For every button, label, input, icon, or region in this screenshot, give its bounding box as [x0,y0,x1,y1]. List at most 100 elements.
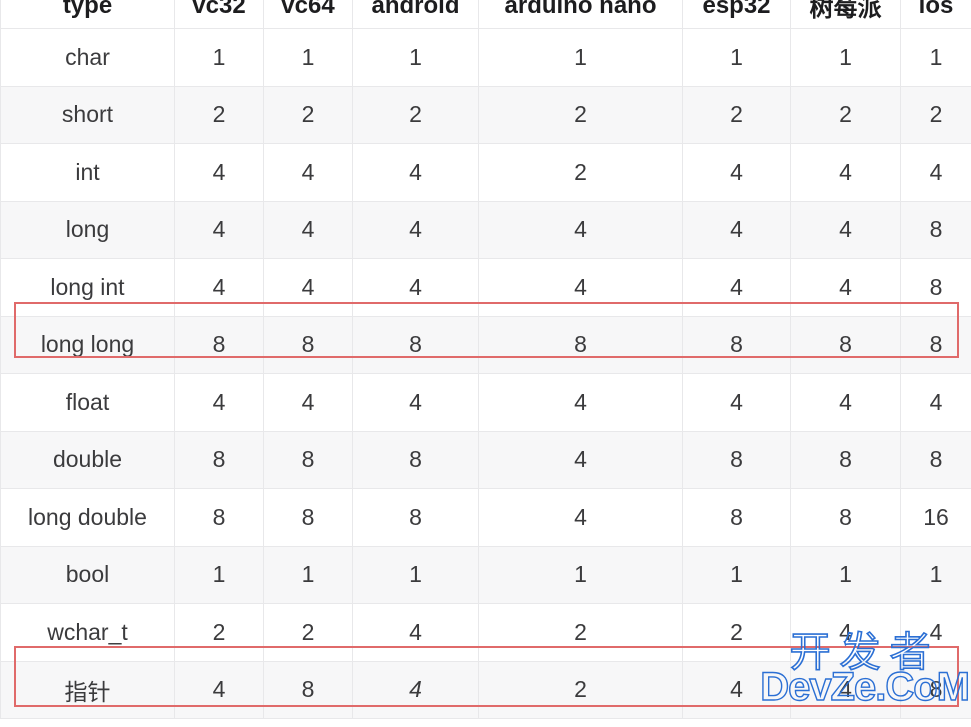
table-row[interactable]: int 4 4 4 2 4 4 4 [0,143,971,202]
cell-android: 8 [352,488,479,547]
row-label-cell: wchar_t [0,603,175,662]
cell-ios: 8 [900,315,971,374]
column-header-ios[interactable]: ios [900,0,971,29]
cell-nano: 4 [478,200,683,259]
cell-nano: 8 [478,315,683,374]
cell-esp32: 4 [682,373,791,432]
table-container: type vc32 vc64 android arduino nano esp32 树莓派 i… [0,0,971,719]
table-row[interactable]: wchar_t 2 2 4 2 2 4 4 [0,603,971,662]
cell-rpi: 4 [790,200,901,259]
cell-vc64: 4 [263,258,353,317]
table-header-row: type vc32 vc64 android arduino nano esp32 树莓派 i… [0,0,971,29]
column-header-nano[interactable]: arduino nano [478,0,683,29]
column-header-esp32[interactable]: esp32 [682,0,791,29]
cell-vc32: 1 [174,28,264,87]
table-row[interactable]: long double 8 8 8 4 8 8 16 [0,488,971,547]
table-row[interactable]: double 8 8 8 4 8 8 8 [0,430,971,489]
row-label-cell: float [0,373,175,432]
cell-vc64: 8 [263,430,353,489]
cell-rpi: 2 [790,85,901,144]
cell-android: 2 [352,85,479,144]
cell-esp32: 8 [682,488,791,547]
cell-vc64: 2 [263,603,353,662]
cell-ios: 8 [900,430,971,489]
cell-ios: 1 [900,28,971,87]
row-label-cell: 指针 [0,660,175,719]
table-body: char 1 1 1 1 1 1 1 short 2 2 2 2 2 2 2 int 4 4 4 2 4 4 4 long 4 4 4… [0,28,971,719]
table-row[interactable]: long 4 4 4 4 4 4 8 [0,200,971,259]
cell-android: 4 [352,603,479,662]
column-header-android[interactable]: android [352,0,479,29]
cell-rpi: 4 [790,258,901,317]
cell-ios: 4 [900,143,971,202]
cell-rpi: 1 [790,28,901,87]
column-header-vc32[interactable]: vc32 [174,0,264,29]
cell-vc64: 8 [263,315,353,374]
column-header-rpi[interactable]: 树莓派 [790,0,901,29]
cell-nano: 2 [478,85,683,144]
cell-android: 8 [352,430,479,489]
cell-rpi: 8 [790,430,901,489]
cell-esp32: 4 [682,258,791,317]
cell-esp32: 1 [682,28,791,87]
cell-android: 4 [352,660,479,719]
cell-nano: 2 [478,660,683,719]
table-row[interactable]: 指针 4 8 4 2 4 4 8 [0,660,971,719]
cell-esp32: 4 [682,143,791,202]
cell-ios: 8 [900,200,971,259]
cell-android: 4 [352,143,479,202]
table-row[interactable]: char 1 1 1 1 1 1 1 [0,28,971,87]
cell-esp32: 2 [682,85,791,144]
row-label-cell: long [0,200,175,259]
cell-vc64: 4 [263,143,353,202]
cell-ios: 1 [900,545,971,604]
cell-vc64: 8 [263,488,353,547]
cell-nano: 4 [478,488,683,547]
cell-vc32: 4 [174,660,264,719]
table-row[interactable]: long long 8 8 8 8 8 8 8 [0,315,971,374]
cell-vc32: 8 [174,430,264,489]
cell-android: 8 [352,315,479,374]
cell-esp32: 2 [682,603,791,662]
cell-nano: 2 [478,143,683,202]
cell-nano: 1 [478,545,683,604]
table-row[interactable]: float 4 4 4 4 4 4 4 [0,373,971,432]
cell-vc32: 4 [174,200,264,259]
cell-vc32: 2 [174,603,264,662]
cell-rpi: 4 [790,373,901,432]
cell-vc64: 4 [263,373,353,432]
cell-ios: 8 [900,660,971,719]
cell-rpi: 4 [790,603,901,662]
cell-rpi: 1 [790,545,901,604]
cell-vc64: 1 [263,545,353,604]
row-label-cell: double [0,430,175,489]
cell-nano: 1 [478,28,683,87]
cell-ios: 4 [900,373,971,432]
cell-nano: 4 [478,258,683,317]
column-header-type[interactable]: type [0,0,175,29]
table-row[interactable]: long int 4 4 4 4 4 4 8 [0,258,971,317]
cell-android: 1 [352,28,479,87]
cell-ios: 16 [900,488,971,547]
cell-vc32: 1 [174,545,264,604]
cell-ios: 8 [900,258,971,317]
cell-vc32: 4 [174,373,264,432]
cell-android: 4 [352,258,479,317]
cell-rpi: 8 [790,315,901,374]
table-row[interactable]: bool 1 1 1 1 1 1 1 [0,545,971,604]
cell-esp32: 4 [682,660,791,719]
cell-esp32: 8 [682,315,791,374]
table-header: type vc32 vc64 android arduino nano esp32 树莓派 i… [0,0,971,29]
cell-rpi: 4 [790,660,901,719]
cell-vc64: 1 [263,28,353,87]
row-label-cell: long int [0,258,175,317]
table-row[interactable]: short 2 2 2 2 2 2 2 [0,85,971,144]
row-label-cell: short [0,85,175,144]
cell-vc32: 4 [174,143,264,202]
cell-ios: 2 [900,85,971,144]
cell-esp32: 1 [682,545,791,604]
cell-android: 4 [352,200,479,259]
row-label-cell: long long [0,315,175,374]
row-label-cell: bool [0,545,175,604]
column-header-vc64[interactable]: vc64 [263,0,353,29]
